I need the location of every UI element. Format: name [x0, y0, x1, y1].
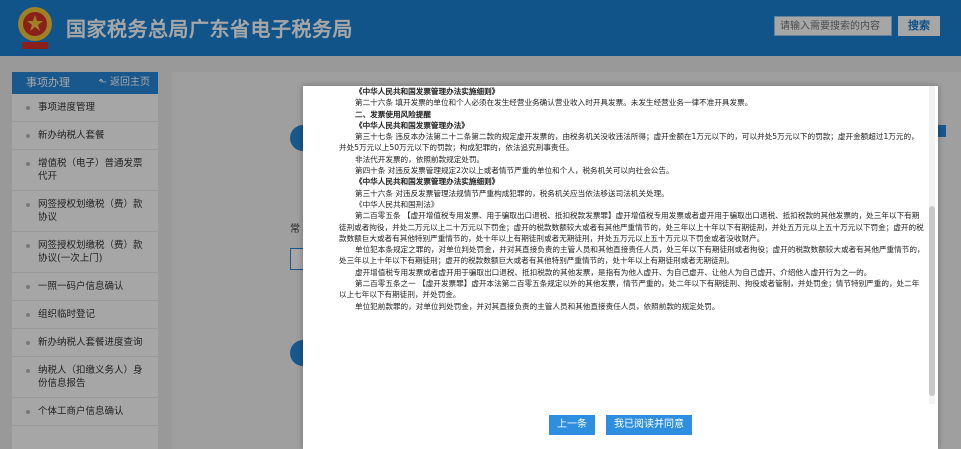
law-paragraph: 非法代开发票的，依照前款规定处罚。	[355, 154, 485, 164]
scrollbar-thumb[interactable]	[929, 206, 935, 396]
previous-button[interactable]: 上一条	[548, 415, 595, 435]
law-paragraph: 单位犯前款罪的，对单位判处罚金，并对其直接负责的主管人员和其他直接责任人员，依照…	[355, 301, 720, 311]
law-paragraph: 第二十六条 填开发票的单位和个人必须在发生经营业务确认营业收入时开具发票。未发生…	[355, 98, 753, 108]
notice-text: 《中华人民共和国发票管理办法实施细则》第二十六条 填开发票的单位和个人必须在发生…	[339, 86, 925, 404]
law-heading: 《中华人民共和国发票管理办法实施细则》	[355, 87, 500, 96]
dialog-actions: 上一条 我已阅读并同意	[303, 412, 938, 435]
law-paragraph: 第四十条 对违反发票管理规定2次以上或者情节严重的单位和个人，税务机关可以向社会…	[355, 166, 674, 176]
law-paragraph: 第二百零五条 【虚开增值税专用发票、用于骗取出口退税、抵扣税款发票罪】虚开增值税…	[339, 211, 924, 243]
law-heading: 《中华人民共和国发票管理办法》	[355, 120, 469, 130]
law-paragraph: 第三十七条 违反本办法第二十二条第二款的规定虚开发票的，由税务机关没收违法所得；…	[339, 132, 919, 153]
law-heading: 《中华人民共和国发票管理办法实施细则》	[355, 177, 500, 187]
law-paragraph: 《中华人民共和国刑法》	[355, 199, 439, 209]
law-paragraph: 第三十六条 对违反发票管理法规情节严重构成犯罪的，税务机关应当依法移送司法机关处…	[355, 188, 669, 198]
law-paragraph: 虚开增值税专用发票或者虚开用于骗取出口退税、抵扣税款的其他发票，是指有为他人虚开…	[355, 267, 872, 277]
law-paragraph: 第二百零五条之一 【虚开发票罪】虚开本法第二百零五条规定以外的其他发票，情节严重…	[339, 279, 920, 300]
law-heading: 二、发票使用风险提醒	[355, 109, 431, 119]
agree-button[interactable]: 我已阅读并同意	[606, 415, 693, 435]
notice-dialog: 《中华人民共和国发票管理办法实施细则》第二十六条 填开发票的单位和个人必须在发生…	[303, 86, 938, 449]
law-paragraph: 单位犯本条规定之罪的，对单位判处罚金，并对其直接负责的主管人员和其他直接责任人员…	[339, 245, 925, 266]
